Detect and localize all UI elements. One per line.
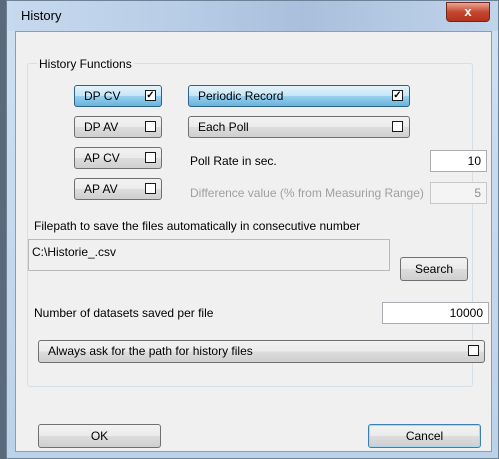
title-bar[interactable]: History x — [7, 1, 498, 31]
ok-button-label: OK — [90, 429, 109, 443]
close-icon: x — [464, 4, 472, 19]
ok-button[interactable]: OK — [38, 424, 161, 448]
dp-av-toggle[interactable]: DP AV — [74, 116, 162, 138]
poll-rate-label: Poll Rate in sec. — [190, 154, 277, 168]
ap-av-toggle[interactable]: AP AV — [74, 178, 162, 200]
cancel-button-label: Cancel — [405, 429, 444, 443]
periodic-record-checkbox[interactable]: ✓ — [392, 90, 403, 101]
ap-av-checkbox[interactable] — [145, 183, 156, 194]
search-button-label: Search — [414, 262, 454, 276]
dp-cv-label: DP CV — [84, 89, 121, 103]
ap-cv-label: AP CV — [84, 151, 120, 165]
poll-rate-input[interactable]: 10 — [430, 150, 487, 172]
dp-cv-checkbox[interactable]: ✓ — [145, 90, 156, 101]
each-poll-toggle[interactable]: Each Poll — [188, 116, 410, 138]
always-ask-label: Always ask for the path for history file… — [48, 344, 253, 358]
checkmark-icon: ✓ — [393, 90, 402, 101]
difference-input[interactable]: 5 — [430, 182, 487, 204]
datasets-input[interactable]: 10000 — [382, 302, 489, 324]
dp-av-label: DP AV — [84, 120, 119, 134]
ap-av-label: AP AV — [84, 182, 118, 196]
close-button[interactable]: x — [446, 2, 490, 22]
always-ask-toggle[interactable]: Always ask for the path for history file… — [38, 340, 485, 363]
dp-cv-toggle[interactable]: DP CV ✓ — [74, 85, 162, 107]
checkmark-icon: ✓ — [146, 90, 155, 101]
always-ask-checkbox[interactable] — [468, 345, 479, 356]
ap-cv-checkbox[interactable] — [145, 152, 156, 163]
periodic-record-toggle[interactable]: Periodic Record ✓ — [188, 85, 410, 107]
filepath-input[interactable]: C:\Historie_.csv — [28, 239, 390, 271]
search-button[interactable]: Search — [400, 257, 468, 281]
group-legend: History Functions — [37, 57, 134, 71]
each-poll-checkbox[interactable] — [392, 121, 403, 132]
dp-av-checkbox[interactable] — [145, 121, 156, 132]
ap-cv-toggle[interactable]: AP CV — [74, 147, 162, 169]
periodic-record-label: Periodic Record — [198, 89, 284, 103]
window-title: History — [21, 8, 62, 23]
cancel-button[interactable]: Cancel — [368, 424, 481, 448]
difference-label: Difference value (% from Measuring Range… — [190, 186, 424, 200]
each-poll-label: Each Poll — [198, 120, 249, 134]
filepath-value: C:\Historie_.csv — [32, 245, 117, 259]
filepath-label: Filepath to save the files automatically… — [34, 219, 361, 233]
datasets-label: Number of datasets saved per file — [34, 306, 214, 320]
